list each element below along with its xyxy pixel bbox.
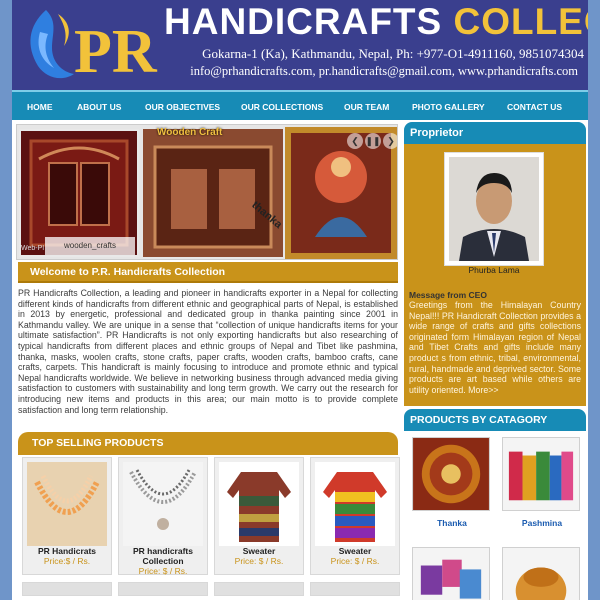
slide-caption: wooden_crafts (45, 237, 135, 255)
slide-thanka-image (285, 127, 397, 259)
ceo-message-title: Message from CEO (409, 290, 487, 300)
welcome-text: PR Handicrafts Collection, a leading and… (18, 288, 398, 415)
nav-photo-gallery[interactable]: PHOTO GALLERY (412, 102, 485, 112)
category-label[interactable]: Thanka (412, 518, 492, 528)
slider-pause-icon[interactable]: ❚❚ (365, 133, 381, 149)
product-name: PR Handicrats (37, 546, 97, 556)
site-title-part2: COLLECTION (453, 1, 588, 42)
categories-panel: Thanka Pashmina (404, 431, 586, 600)
nav-our-team[interactable]: OUR TEAM (344, 102, 389, 112)
product-card[interactable]: Sweater Price: $ / Rs. (214, 457, 304, 575)
product-price: Price: $ / Rs. (330, 556, 380, 566)
category-item[interactable] (412, 547, 492, 600)
product-image-sweater (315, 462, 395, 546)
slide-title: Wooden Craft (157, 127, 223, 138)
main-nav: HOME ABOUT US OUR OBJECTIVES OUR COLLECT… (12, 90, 588, 120)
contact-line: info@prhandicrafts.com, pr.handicrafts@g… (190, 64, 578, 78)
slide-wooden-craft-image (143, 129, 283, 257)
category-thanka-image (412, 437, 490, 511)
product-card[interactable]: Sweater Price: $ / Rs. (310, 457, 400, 575)
product-card[interactable] (214, 582, 304, 596)
proprietor-heading: Proprietor (404, 122, 586, 144)
welcome-heading: Welcome to P.R. Handicrafts Collection (18, 262, 398, 283)
nav-contact-us[interactable]: CONTACT US (507, 102, 562, 112)
category-item[interactable] (502, 547, 582, 600)
product-card[interactable] (118, 582, 208, 596)
svg-text:PR: PR (74, 18, 158, 86)
product-name: Sweater (338, 546, 372, 556)
logo[interactable]: PR (18, 2, 158, 88)
product-card[interactable] (310, 582, 400, 596)
product-image-beads (123, 462, 203, 546)
category-image (502, 547, 580, 600)
nav-our-objectives[interactable]: OUR OBJECTIVES (145, 102, 220, 112)
proprietor-panel: Phurba Lama Message from CEO Greetings f… (404, 144, 586, 406)
product-card[interactable] (22, 582, 112, 596)
slider-next-icon[interactable]: ❯ (383, 133, 397, 149)
category-label[interactable]: Pashmina (502, 518, 582, 528)
nav-home[interactable]: HOME (27, 102, 53, 112)
category-pashmina[interactable]: Pashmina (502, 437, 582, 528)
site-title-part1: HANDICRAFTS (164, 1, 443, 42)
category-image (412, 547, 490, 600)
product-card[interactable]: PR handicrafts Collection Price: $ / Rs. (118, 457, 208, 576)
top-selling-heading: TOP SELLING PRODUCTS (18, 432, 398, 455)
categories-heading: PRODUCTS BY CATAGORY (404, 409, 586, 431)
product-price: Price: $ / Rs. (138, 566, 188, 576)
site-title: HANDICRAFTS COLLECTION (164, 1, 588, 42)
category-thanka[interactable]: Thanka (412, 437, 492, 528)
product-name: Sweater (242, 546, 276, 556)
site-header: PR HANDICRAFTS COLLECTION Gokarna-1 (Ka)… (12, 0, 588, 90)
product-price: Price:$ / Rs. (43, 556, 91, 566)
product-name: PR handicrafts Collection (133, 546, 193, 566)
nav-about-us[interactable]: ABOUT US (77, 102, 121, 112)
product-image-necklace (27, 462, 107, 546)
slide-label: Web-PI (21, 245, 45, 252)
nav-our-collections[interactable]: OUR COLLECTIONS (241, 102, 323, 112)
product-image-sweater (219, 462, 299, 546)
address-line: Gokarna-1 (Ka), Kathmandu, Nepal, Ph: +9… (202, 46, 584, 61)
product-price: Price: $ / Rs. (234, 556, 284, 566)
proprietor-photo-frame (444, 152, 544, 266)
category-pashmina-image (502, 437, 580, 511)
image-slider[interactable]: wooden_crafts Web-PI Wooden Craft thanka… (16, 124, 398, 260)
top-selling-products: PR Handicrats Price:$ / Rs. PR handicraf… (18, 457, 400, 587)
proprietor-name: Phurba Lama (468, 265, 520, 275)
product-card[interactable]: PR Handicrats Price:$ / Rs. (22, 457, 112, 575)
slider-prev-icon[interactable]: ❮ (347, 133, 363, 149)
ceo-message-text: Greetings from the Himalayan Country Nep… (409, 300, 581, 395)
page: PR HANDICRAFTS COLLECTION Gokarna-1 (Ka)… (12, 0, 588, 600)
proprietor-photo (449, 157, 539, 261)
